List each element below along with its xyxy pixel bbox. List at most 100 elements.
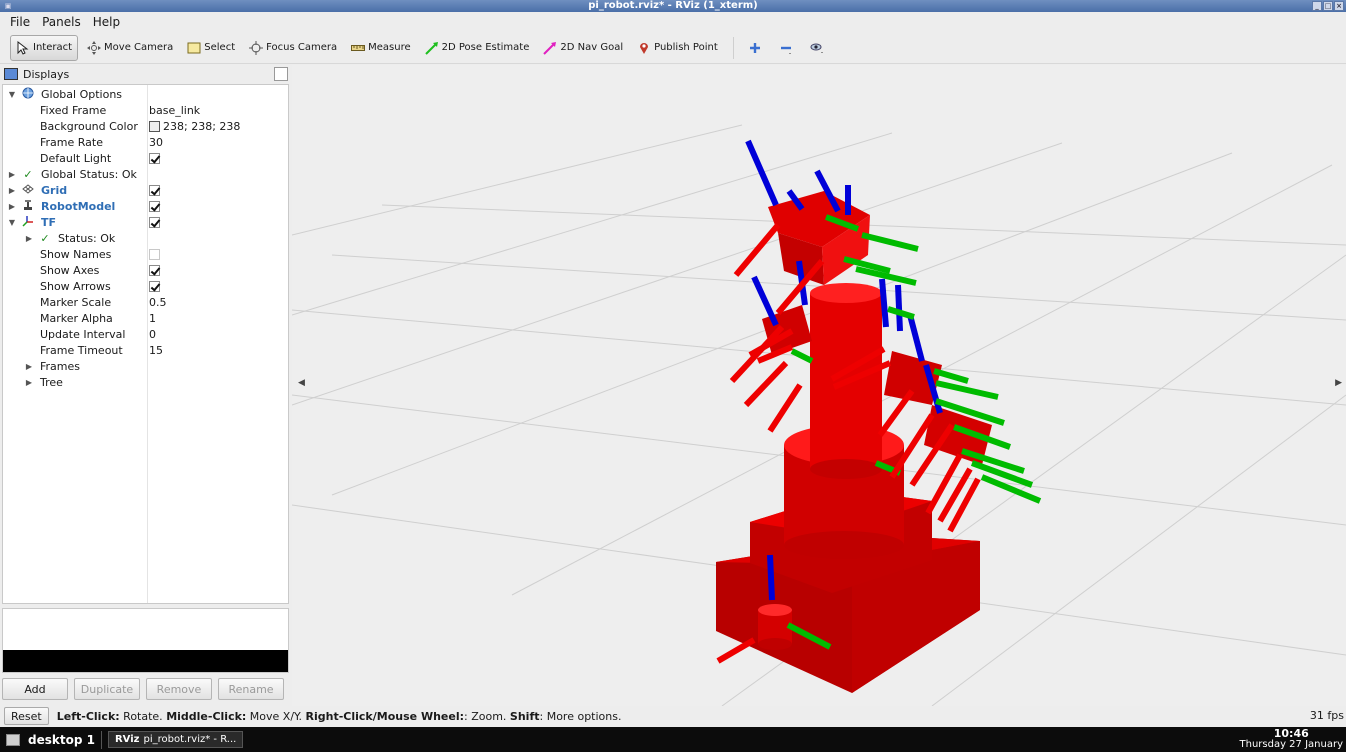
tree-row-background-color[interactable]: Background Color 238; 238; 238: [3, 119, 288, 135]
tree-row-update-interval[interactable]: Update Interval 0: [3, 327, 288, 343]
default-light-checkbox-cell: [149, 151, 160, 167]
row-label: RobotModel: [41, 200, 116, 213]
cursor-icon: [16, 40, 30, 55]
marker-alpha-value[interactable]: 1: [149, 311, 156, 327]
show-names-checkbox-cell: [149, 247, 160, 263]
check-ok-icon: ✓: [40, 232, 50, 245]
clock[interactable]: 10:46 Thursday 27 January: [1240, 728, 1344, 750]
tool-2d-pose-estimate[interactable]: 2D Pose Estimate: [420, 35, 535, 61]
expand-arrow-icon[interactable]: ▶: [24, 359, 34, 375]
globe-icon: [21, 87, 35, 104]
minimize-button[interactable]: _: [1312, 1, 1322, 11]
tool-label: Move Camera: [104, 42, 174, 53]
3d-viewport[interactable]: ◀ ▶: [292, 65, 1346, 706]
displays-button-row: Add Duplicate Remove Rename: [2, 678, 284, 700]
remove-tool-button[interactable]: [773, 35, 802, 61]
tool-label: 2D Nav Goal: [560, 42, 624, 53]
tree-row-fixed-frame[interactable]: Fixed Frame base_link: [3, 103, 288, 119]
menu-panels[interactable]: Panels: [36, 15, 87, 29]
update-interval-value[interactable]: 0: [149, 327, 156, 343]
hint-text: Move X/Y.: [246, 709, 306, 723]
tree-row-global-options[interactable]: ▼ Global Options: [3, 87, 288, 103]
default-light-checkbox[interactable]: [149, 152, 160, 164]
rviz-task-icon: RViz: [114, 734, 140, 745]
tree-row-show-axes[interactable]: Show Axes: [3, 263, 288, 279]
show-axes-checkbox[interactable]: [149, 264, 160, 276]
tree-row-frame-rate[interactable]: Frame Rate 30: [3, 135, 288, 151]
clock-date: Thursday 27 January: [1239, 739, 1344, 750]
check-ok-icon: ✓: [23, 168, 33, 181]
tree-row-grid[interactable]: ▶ Grid: [3, 183, 288, 199]
tree-row-robotmodel[interactable]: ▶ RobotModel: [3, 199, 288, 215]
background-color-value[interactable]: 238; 238; 238: [149, 119, 240, 135]
show-arrows-checkbox[interactable]: [149, 280, 160, 292]
row-label: Global Options: [41, 88, 123, 101]
tool-2d-nav-goal[interactable]: 2D Nav Goal: [538, 35, 628, 61]
close-button[interactable]: ×: [1334, 1, 1344, 11]
tree-row-marker-scale[interactable]: Marker Scale 0.5: [3, 295, 288, 311]
tree-row-frames[interactable]: ▶ Frames: [3, 359, 288, 375]
window-titlebar[interactable]: ▣ pi_robot.rviz* - RViz (1_xterm) _ □ ×: [0, 0, 1346, 12]
grid-checkbox[interactable]: [149, 184, 160, 196]
expand-arrow-icon[interactable]: ▼: [7, 215, 17, 231]
tool-move-camera[interactable]: Move Camera: [82, 35, 178, 61]
toolbar-separator: [732, 36, 734, 59]
menu-file[interactable]: File: [4, 15, 36, 29]
taskbar-window-rviz[interactable]: RViz pi_robot.rviz* - R...: [107, 731, 244, 748]
3d-scene: [292, 124, 1346, 706]
fixed-frame-value[interactable]: base_link: [149, 103, 200, 119]
tool-publish-point[interactable]: Publish Point: [632, 35, 723, 61]
maximize-button[interactable]: □: [1323, 1, 1333, 11]
displays-tree[interactable]: ▼ Global Options Fixed Frame base_link B…: [2, 84, 289, 604]
add-display-button[interactable]: Add: [2, 678, 68, 700]
green-arrow-icon: [424, 41, 439, 55]
tree-row-default-light[interactable]: Default Light: [3, 151, 288, 167]
expand-arrow-icon[interactable]: ▶: [7, 183, 17, 199]
tf-checkbox[interactable]: [149, 216, 160, 228]
row-label: Marker Alpha: [40, 312, 113, 325]
add-tool-button[interactable]: [742, 35, 771, 61]
left-collapse-arrow-icon[interactable]: ◀: [298, 378, 305, 388]
robot-model: [716, 191, 992, 693]
view-menu-button[interactable]: [804, 35, 833, 61]
tree-row-marker-alpha[interactable]: Marker Alpha 1: [3, 311, 288, 327]
remove-display-button[interactable]: Remove: [146, 678, 212, 700]
desktop-icon: [6, 733, 20, 746]
row-label: Tree: [40, 376, 63, 389]
rename-display-button[interactable]: Rename: [218, 678, 284, 700]
tree-row-show-arrows[interactable]: Show Arrows: [3, 279, 288, 295]
right-collapse-arrow-icon[interactable]: ▶: [1335, 378, 1342, 388]
tool-measure[interactable]: Measure: [346, 35, 416, 61]
tool-select[interactable]: Select: [182, 35, 240, 61]
tree-row-frame-timeout[interactable]: Frame Timeout 15: [3, 343, 288, 359]
tree-row-global-status[interactable]: ▶ ✓ Global Status: Ok: [3, 167, 288, 183]
duplicate-display-button[interactable]: Duplicate: [74, 678, 140, 700]
row-label: Background Color: [40, 120, 138, 133]
tool-label: Publish Point: [654, 42, 718, 53]
tool-focus-camera[interactable]: Focus Camera: [244, 35, 342, 61]
show-arrows-checkbox-cell: [149, 279, 160, 295]
robotmodel-checkbox[interactable]: [149, 200, 160, 212]
menu-help[interactable]: Help: [87, 15, 126, 29]
reset-button[interactable]: Reset: [4, 707, 49, 725]
tree-row-tree[interactable]: ▶ Tree: [3, 375, 288, 391]
marker-scale-value[interactable]: 0.5: [149, 295, 167, 311]
desktop-switcher[interactable]: desktop 1: [6, 733, 95, 747]
tool-interact[interactable]: Interact: [10, 34, 79, 61]
show-names-checkbox[interactable]: [149, 248, 160, 260]
expand-arrow-icon[interactable]: ▶: [7, 199, 17, 215]
expand-arrow-icon[interactable]: ▶: [24, 231, 34, 247]
eye-icon: [810, 41, 824, 55]
frame-rate-value[interactable]: 30: [149, 135, 163, 151]
panel-undock-button[interactable]: [274, 67, 288, 81]
taskbar: desktop 1 RViz pi_robot.rviz* - R... 10:…: [0, 727, 1346, 752]
tree-row-show-names[interactable]: Show Names: [3, 247, 288, 263]
tree-row-tf-status[interactable]: ▶ ✓ Status: Ok: [3, 231, 288, 247]
frame-timeout-value[interactable]: 15: [149, 343, 163, 359]
expand-arrow-icon[interactable]: ▶: [7, 167, 17, 183]
tool-label: Focus Camera: [266, 42, 338, 53]
expand-arrow-icon[interactable]: ▼: [7, 87, 17, 103]
tree-row-tf[interactable]: ▼ TF: [3, 215, 288, 231]
expand-arrow-icon[interactable]: ▶: [24, 375, 34, 391]
displays-panel-header: Displays: [2, 65, 290, 83]
